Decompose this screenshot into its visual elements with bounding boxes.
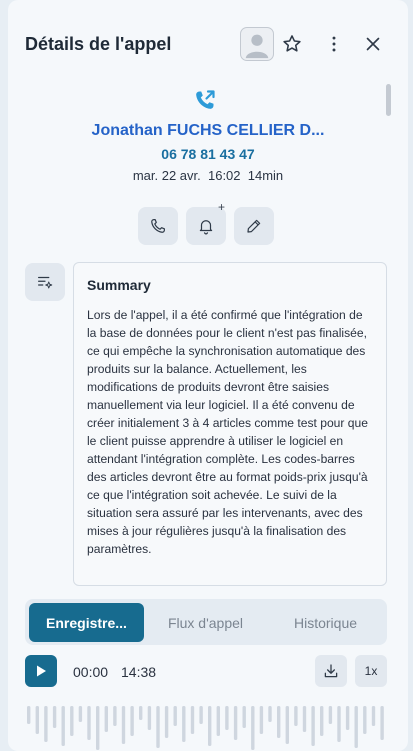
bell-plus-icon xyxy=(199,220,213,235)
tab-call-flow[interactable]: Flux d'appel xyxy=(148,603,263,642)
waveform-bar xyxy=(216,706,220,736)
summary-title: Summary xyxy=(87,277,151,293)
waveform-bar xyxy=(182,706,186,742)
waveform-bar xyxy=(380,706,384,740)
waveform-bar xyxy=(52,706,57,728)
scrollbar-thumb[interactable] xyxy=(386,84,391,116)
waveform-bar xyxy=(96,706,100,750)
waveform-bar xyxy=(113,706,117,726)
waveform-bar xyxy=(225,706,229,730)
download-button[interactable] xyxy=(315,655,347,687)
call-details-panel: Détails de l'appel Jonathan FUCHS CELLIE… xyxy=(8,0,408,751)
outgoing-call-icon xyxy=(192,87,218,113)
panel-header: Détails de l'appel xyxy=(8,0,408,88)
play-button[interactable] xyxy=(25,655,57,687)
more-options-button[interactable] xyxy=(321,31,347,57)
waveform-bar xyxy=(277,706,281,738)
waveform-bar xyxy=(121,706,126,744)
edit-button[interactable] xyxy=(234,207,274,245)
play-icon xyxy=(37,665,46,677)
close-button[interactable] xyxy=(360,31,386,57)
page-title: Détails de l'appel xyxy=(25,34,172,54)
waveform-bar xyxy=(251,706,255,750)
waveform-bar xyxy=(70,706,74,736)
more-vertical-icon xyxy=(332,36,336,52)
call-button[interactable] xyxy=(138,207,178,245)
waveform-bar xyxy=(130,706,134,736)
waveform-bar xyxy=(147,706,152,730)
waveform-bar xyxy=(268,706,272,722)
waveform-bar xyxy=(371,706,376,726)
summary-card: Summary Lors de l'appel, il a été confir… xyxy=(73,262,387,586)
waveform-bar xyxy=(139,706,143,720)
waveform-bar xyxy=(302,706,307,732)
waveform-bar xyxy=(44,706,48,742)
reminder-plus-badge: + xyxy=(218,200,226,214)
waveform-bar xyxy=(190,706,195,734)
waveform-bar xyxy=(208,706,212,746)
tab-recording[interactable]: Enregistre... xyxy=(29,603,144,642)
favorite-button[interactable] xyxy=(279,31,305,57)
star-icon xyxy=(283,35,301,52)
phone-icon xyxy=(151,219,165,233)
waveform-bar xyxy=(242,706,246,728)
waveform-bar xyxy=(233,706,238,740)
waveform-bar xyxy=(363,706,367,734)
waveform-bar xyxy=(337,706,341,742)
contact-phone: 06 78 81 43 47 xyxy=(161,146,255,162)
waveform-bar xyxy=(294,706,298,726)
ai-summary-icon xyxy=(25,263,65,301)
avatar[interactable] xyxy=(240,27,274,61)
tab-bar: Enregistre... Flux d'appel Historique xyxy=(25,599,387,645)
pencil-icon xyxy=(247,219,261,233)
current-time: 00:00 xyxy=(73,664,109,680)
waveform-bar xyxy=(285,706,289,744)
waveform-bar xyxy=(173,706,177,726)
user-avatar-icon xyxy=(245,34,269,59)
waveform-bar xyxy=(320,706,324,736)
waveform-bar xyxy=(35,706,39,734)
waveform-bar xyxy=(78,706,83,722)
download-icon xyxy=(324,664,338,678)
waveform-bar xyxy=(61,706,65,746)
waveform-bar xyxy=(259,706,264,734)
tab-history[interactable]: Historique xyxy=(268,603,383,642)
close-icon xyxy=(366,37,380,51)
waveform-bar xyxy=(328,706,333,724)
waveform-bar xyxy=(311,706,315,746)
audio-waveform[interactable] xyxy=(25,698,387,751)
waveform-bar xyxy=(156,706,160,748)
contact-name-link[interactable]: Jonathan FUCHS CELLIER D... xyxy=(8,122,408,140)
summary-text: Lors de l'appel, il a été confirmé que l… xyxy=(87,308,368,556)
waveform-bar xyxy=(199,706,203,724)
call-date-time-duration: mar. 22 avr. 16:02 14min xyxy=(132,168,284,183)
waveform-bar xyxy=(345,706,350,730)
waveform-bar xyxy=(354,706,358,748)
waveform-bar xyxy=(104,706,108,732)
total-time: 14:38 xyxy=(121,664,157,680)
waveform-bar xyxy=(27,706,31,724)
playback-speed-button[interactable]: 1x xyxy=(355,655,387,687)
waveform-bar xyxy=(87,706,91,740)
waveform-bar xyxy=(164,706,169,738)
